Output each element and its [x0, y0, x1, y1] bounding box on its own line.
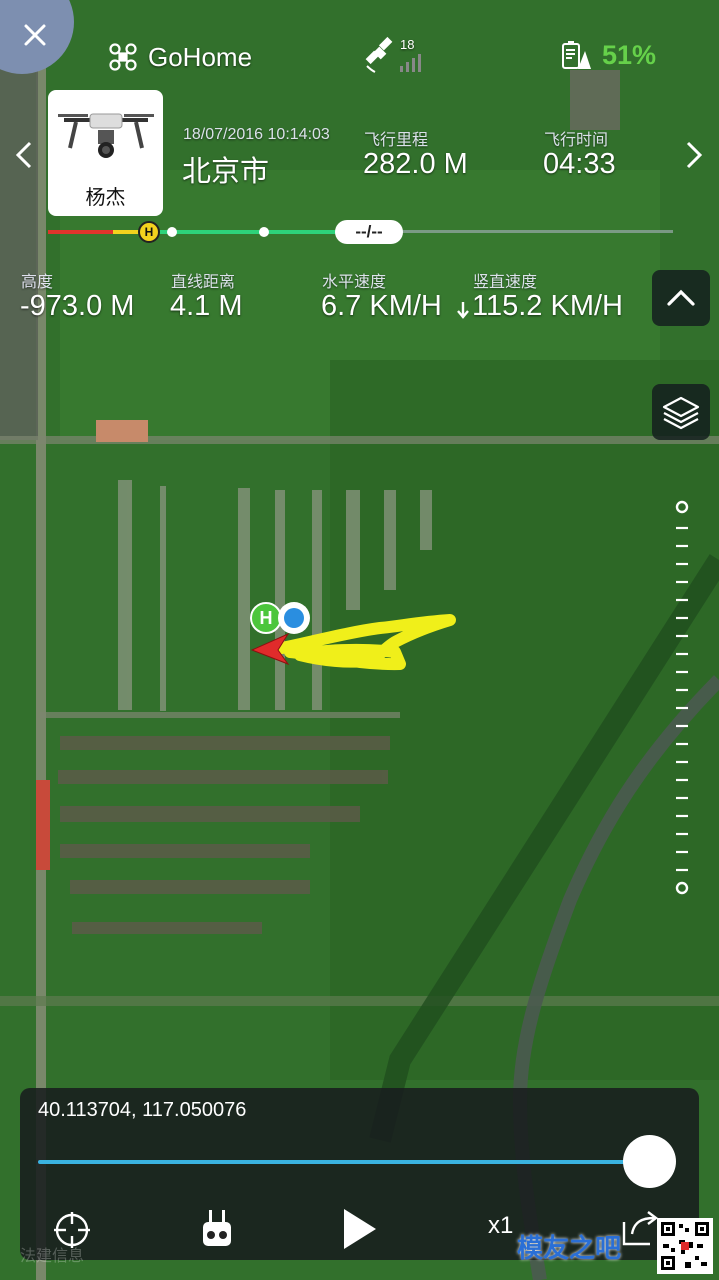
duration-value: 04:33 [543, 148, 616, 180]
vertical-speed-value: 115.2 KM/H [472, 290, 623, 322]
app-title: GoHome [108, 40, 252, 74]
aircraft-image [58, 113, 154, 158]
export-icon [622, 1211, 658, 1246]
flight-datetime: 18/07/2016 10:14:03 [183, 126, 330, 143]
previous-flight-button[interactable] [12, 140, 36, 170]
zoom-slider[interactable] [668, 498, 698, 898]
chevron-right-icon [686, 141, 703, 169]
signal-bars-icon [400, 54, 421, 72]
playback-progress-track[interactable] [38, 1160, 656, 1164]
altitude-label: 高度 [21, 274, 54, 291]
close-icon [24, 24, 46, 46]
watermark-text: 模友之吧 [517, 1233, 622, 1263]
battery-percent: 51% [602, 40, 657, 70]
chevron-up-icon [667, 289, 695, 306]
app-name-label: GoHome [148, 41, 253, 72]
zoom-max-handle [675, 500, 689, 514]
drone-icon [109, 43, 137, 71]
horizontal-speed-label: 水平速度 [322, 274, 387, 291]
timeline-home-marker: H [138, 221, 160, 243]
duration-label: 飞行时间 [544, 132, 609, 149]
straight-distance-value: 4.1 M [170, 290, 243, 322]
play-icon [344, 1209, 376, 1249]
aircraft-card[interactable]: 杨杰 [48, 90, 163, 216]
map-layers-button[interactable] [652, 384, 710, 440]
map-home-label: H [259, 608, 273, 628]
battery-icon [562, 40, 591, 69]
playback-progress-thumb[interactable] [623, 1135, 677, 1188]
battery-status: 51% [560, 40, 656, 71]
altitude-value: -973.0 M [20, 290, 135, 322]
play-button[interactable] [340, 1206, 380, 1252]
vertical-speed-label: 竖直速度 [473, 274, 538, 291]
chevron-left-icon [15, 141, 32, 169]
horizontal-speed-value: 6.7 KM/H [321, 290, 442, 322]
distance-label: 飞行里程 [364, 132, 429, 149]
qr-code-image [657, 1218, 713, 1274]
satellite-count: 18 [400, 37, 415, 52]
locate-button[interactable] [52, 1210, 92, 1250]
satellite-icon [365, 36, 421, 73]
arrow-down-icon [457, 302, 469, 319]
coordinates-readout: 40.113704, 117.050076 [38, 1099, 247, 1121]
playback-speed-button[interactable]: x1 [488, 1212, 513, 1240]
controller-view-button[interactable] [200, 1208, 234, 1250]
layers-icon [662, 396, 700, 430]
pilot-name: 杨杰 [85, 187, 126, 209]
zoom-min-handle [675, 881, 689, 895]
next-flight-button[interactable] [682, 140, 706, 170]
timeline-current-label: --/-- [335, 220, 403, 244]
flight-timeline[interactable]: H --/-- [48, 220, 673, 244]
remote-controller-icon [203, 1210, 231, 1246]
distance-value: 282.0 M [363, 148, 468, 180]
crosshair-icon [54, 1212, 90, 1248]
drone-position-arrow-icon [250, 632, 290, 666]
straight-distance-label: 直线距离 [171, 274, 236, 291]
flight-city: 北京市 [182, 156, 270, 188]
collapse-panel-button[interactable] [652, 270, 710, 326]
